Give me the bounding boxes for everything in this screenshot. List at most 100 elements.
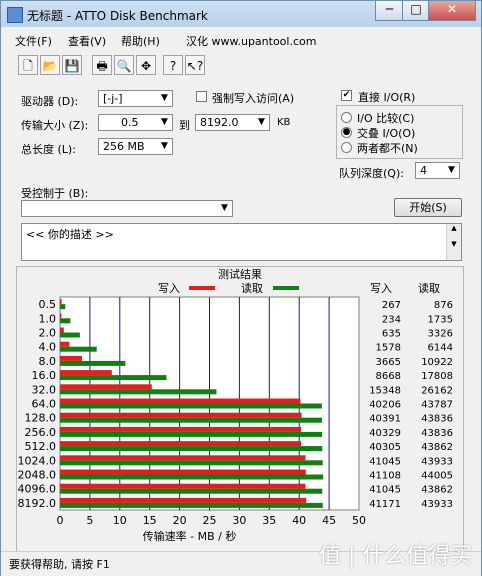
value-write: 234 xyxy=(382,314,401,325)
bar-read xyxy=(60,474,324,480)
io-compare-radio[interactable] xyxy=(341,112,352,123)
bar-read xyxy=(60,417,323,423)
total-length-select[interactable]: 256 MB ▼ xyxy=(98,138,173,155)
app-window: 无标题 - ATTO Disk Benchmark ─ □ ✕ 文件(F) 查看… xyxy=(0,0,482,576)
app-icon xyxy=(7,7,23,23)
value-read: 43862 xyxy=(421,442,453,453)
chevron-down-icon: ▼ xyxy=(161,93,168,103)
legend-read-swatch xyxy=(273,286,299,290)
move-icon[interactable]: ✥ xyxy=(136,55,156,75)
bar-write xyxy=(60,299,62,305)
menu-file[interactable]: 文件(F) xyxy=(15,33,52,49)
bar-read xyxy=(60,431,323,437)
x-tick-label: 30 xyxy=(232,514,246,527)
neither-radio[interactable] xyxy=(341,142,352,153)
queue-depth-label: 队列深度(Q): xyxy=(339,167,404,180)
value-write: 41171 xyxy=(369,499,401,510)
status-bar: 要获得帮助, 请按 F1 值 | 什么值得买 xyxy=(1,544,481,576)
save-icon[interactable]: 💾 xyxy=(62,55,82,75)
value-write: 15348 xyxy=(369,385,401,396)
minimize-button[interactable]: ─ xyxy=(375,1,404,21)
total-length-label: 总长度 (L): xyxy=(21,143,76,156)
overlap-io-radio[interactable]: ● xyxy=(341,127,352,138)
description-text: << 你的描述 >> xyxy=(26,228,114,241)
bar-read xyxy=(60,304,66,310)
y-tick-label: 4096.0 xyxy=(18,483,57,496)
value-write: 40391 xyxy=(369,414,401,425)
x-tick-label: 25 xyxy=(203,514,217,527)
context-help-icon[interactable]: ↖? xyxy=(185,55,205,75)
y-tick-label: 1.0 xyxy=(39,312,57,325)
value-read: 3326 xyxy=(428,329,453,340)
title-bar[interactable]: 无标题 - ATTO Disk Benchmark ─ □ ✕ xyxy=(1,1,481,27)
legend-read-label: 读取 xyxy=(241,281,263,295)
value-read: 43862 xyxy=(421,485,453,496)
new-icon[interactable]: 🗋 xyxy=(18,55,38,75)
bar-write xyxy=(60,441,302,447)
value-write: 8668 xyxy=(376,371,401,382)
transfer-to-value: 8192.0 xyxy=(200,116,239,129)
x-tick-label: 50 xyxy=(352,514,366,527)
menu-view[interactable]: 查看(V) xyxy=(68,33,106,49)
transfer-to-select[interactable]: 8192.0 ▼ xyxy=(195,114,270,131)
overlap-io-label: 交叠 I/O(O) xyxy=(357,127,416,140)
transfer-from-value: 0.5 xyxy=(121,116,139,129)
start-button[interactable]: 开始(S) xyxy=(394,198,462,217)
x-tick-label: 0 xyxy=(57,514,64,527)
direct-io-label: 直接 I/O(R) xyxy=(358,91,416,104)
bar-read xyxy=(60,502,323,508)
controlled-by-label: 受控制于 (B): xyxy=(21,187,89,200)
chevron-down-icon: ▼ xyxy=(258,117,265,127)
transfer-from-select[interactable]: 0.5 ▼ xyxy=(98,114,173,131)
transfer-size-label: 传输大小 (Z): xyxy=(21,119,89,132)
x-tick-label: 5 xyxy=(86,514,93,527)
bar-read xyxy=(60,403,322,409)
value-write: 1578 xyxy=(376,343,401,354)
chevron-down-icon: ▼ xyxy=(448,165,455,175)
value-read: 43836 xyxy=(421,428,453,439)
menu-help[interactable]: 帮助(H) xyxy=(121,33,160,49)
direct-io-checkbox[interactable]: ✔ xyxy=(341,90,352,101)
description-scrollbar[interactable]: ▲ ▼ xyxy=(446,224,461,260)
neither-label: 两者都不(N) xyxy=(357,142,418,155)
value-write: 40206 xyxy=(369,400,401,411)
controlled-by-select[interactable]: ▼ xyxy=(21,200,233,217)
value-read: 43836 xyxy=(421,414,453,425)
queue-depth-select[interactable]: 4 ▼ xyxy=(415,162,460,179)
to-label: 到 xyxy=(179,119,190,132)
print-icon[interactable]: 🖶 xyxy=(92,55,112,75)
transfer-unit: KB xyxy=(277,117,291,128)
status-text: 要获得帮助, 请按 F1 xyxy=(9,558,110,571)
menu-bar: 文件(F) 查看(V) 帮助(H) 汉化 www.upantool.com xyxy=(1,28,481,50)
force-write-checkbox[interactable] xyxy=(196,91,207,102)
y-tick-label: 8.0 xyxy=(39,355,57,368)
help-icon[interactable]: ? xyxy=(163,55,183,75)
close-button[interactable]: ✕ xyxy=(428,1,476,21)
open-icon[interactable]: 📂 xyxy=(40,55,60,75)
legend-write-swatch xyxy=(189,286,215,290)
value-write: 41045 xyxy=(369,456,401,467)
io-compare-label: I/O 比较(C) xyxy=(357,112,415,125)
description-textarea[interactable]: << 你的描述 >> ▲ ▼ xyxy=(21,223,462,261)
value-write: 635 xyxy=(382,329,401,340)
y-tick-label: 4.0 xyxy=(39,341,57,354)
bar-write xyxy=(60,355,82,361)
bar-write xyxy=(60,384,152,390)
bar-read xyxy=(60,460,323,466)
drive-select[interactable]: [-j-] ▼ xyxy=(98,90,173,107)
drive-value: [-j-] xyxy=(103,92,123,105)
queue-depth-value: 4 xyxy=(420,164,427,177)
menu-credit[interactable]: 汉化 www.upantool.com xyxy=(186,33,316,49)
maximize-button[interactable]: □ xyxy=(402,1,430,21)
value-write: 267 xyxy=(382,300,401,311)
print-preview-icon[interactable]: 🔍 xyxy=(114,55,134,75)
y-tick-label: 16.0 xyxy=(32,369,57,382)
bar-write xyxy=(60,483,306,489)
bar-write xyxy=(60,426,302,432)
legend-write-label: 写入 xyxy=(158,282,180,295)
value-read: 1735 xyxy=(428,314,453,325)
value-write: 41108 xyxy=(369,471,401,482)
value-write: 3665 xyxy=(376,357,401,368)
chevron-down-icon: ▼ xyxy=(221,203,228,213)
y-tick-label: 32.0 xyxy=(32,383,57,396)
